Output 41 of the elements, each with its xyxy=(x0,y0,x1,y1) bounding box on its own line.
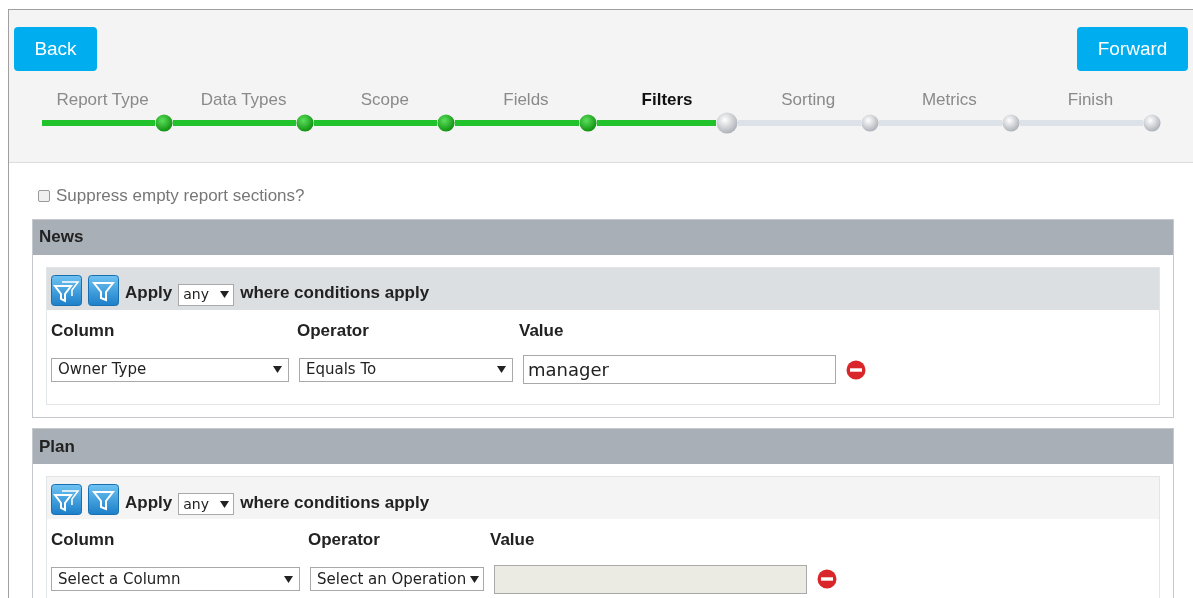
step-label[interactable]: Metrics xyxy=(921,87,977,113)
step-label[interactable]: Data Types xyxy=(200,87,287,113)
step-label[interactable]: Filters xyxy=(641,87,693,113)
suppress-label: Suppress empty report sections? xyxy=(56,185,305,207)
caret-icon xyxy=(497,366,506,373)
apply-suffix: where conditions apply xyxy=(240,282,430,304)
step-label[interactable]: Sorting xyxy=(781,87,836,113)
column-heading: Operator xyxy=(308,529,381,551)
section-header: Plan xyxy=(33,429,1173,464)
step-label[interactable]: Scope xyxy=(360,87,409,113)
apply-suffix: where conditions apply xyxy=(240,491,430,514)
apply-label: Apply xyxy=(125,491,173,514)
caret-icon xyxy=(220,291,230,298)
column-heading: Column xyxy=(51,529,116,551)
multi-filter-icon[interactable] xyxy=(51,274,82,306)
back-button[interactable]: Back xyxy=(14,27,97,71)
apply-mode-select[interactable]: any xyxy=(178,283,235,306)
caret-icon xyxy=(273,366,282,373)
apply-mode-select[interactable]: any xyxy=(178,493,235,515)
caret-icon xyxy=(284,575,293,583)
value-field[interactable]: manager xyxy=(523,355,836,384)
column-heading: Column xyxy=(51,319,116,342)
remove-icon[interactable] xyxy=(846,359,866,380)
remove-icon[interactable] xyxy=(817,569,837,589)
filter-icon[interactable] xyxy=(88,274,119,306)
section-header: News xyxy=(33,219,1173,255)
column-heading: Value xyxy=(490,529,536,551)
caret-icon xyxy=(220,500,230,508)
step-label[interactable]: Finish xyxy=(1067,87,1114,113)
step-label[interactable]: Fields xyxy=(503,87,549,113)
multi-filter-icon[interactable] xyxy=(51,484,82,515)
operator-select[interactable]: Equals To xyxy=(299,357,513,382)
forward-button[interactable]: Forward xyxy=(1077,27,1188,71)
filter-icon[interactable] xyxy=(88,484,119,515)
suppress-checkbox[interactable] xyxy=(38,189,50,202)
column-heading: Value xyxy=(519,319,565,342)
column-select[interactable]: Owner Type xyxy=(51,357,289,382)
caret-icon xyxy=(470,575,480,583)
apply-label: Apply xyxy=(125,282,173,304)
step-label[interactable]: Report Type xyxy=(56,87,149,113)
column-heading: Operator xyxy=(297,319,370,342)
